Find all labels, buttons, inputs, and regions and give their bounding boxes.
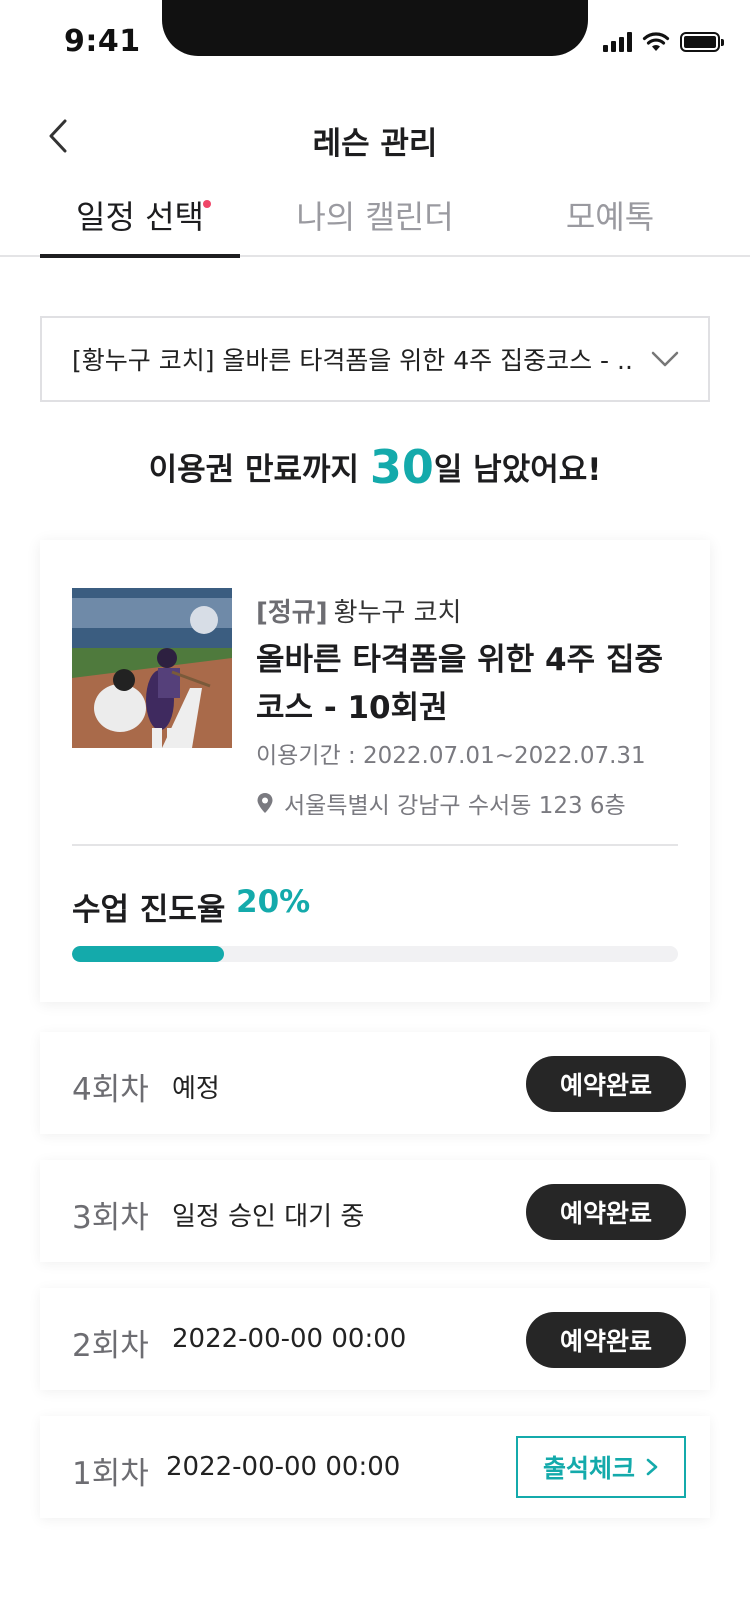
course-title: 올바른 타격폼을 위한 4주 집중코스 - 10회권 [256,642,663,726]
course-select-value: [황누구 코치] 올바른 타격폼을 위한 4주 집중코스 - .. [72,346,632,375]
session-row-4: 4회차 예정 예약완료 [40,1032,710,1134]
remaining-days-number: 30 [369,440,434,494]
status-icons [603,32,724,52]
course-thumbnail [72,588,232,748]
reservation-complete-button[interactable]: 예약완료 [526,1312,686,1368]
remaining-suffix: 일 남았어요! [433,452,602,488]
tab-schedule-select[interactable]: 일정 선택 [40,192,240,258]
session-status: 일정 승인 대기 중 [172,1202,365,1232]
usage-period: 이용기간 : 2022.07.01~2022.07.31 [256,743,646,769]
location-line: 서울특별시 강남구 수서동 123 6층 [256,786,626,820]
notification-dot [203,200,211,208]
chevron-right-icon [646,1458,658,1476]
top-app-bar: 레슨 관리 [0,100,750,176]
reservation-complete-button[interactable]: 예약완료 [526,1184,686,1240]
status-time: 9:41 [64,24,141,59]
course-type-tag: [정규] [256,598,328,628]
attendance-check-button[interactable]: 출석체크 [516,1436,686,1498]
divider [72,844,678,846]
status-bar: 9:41 [0,0,750,90]
remaining-prefix: 이용권 만료까지 [148,452,370,488]
attendance-check-label: 출석체크 [542,1454,635,1483]
session-number: 2회차 [72,1328,149,1364]
session-status: 예정 [172,1074,220,1104]
chevron-down-icon [651,351,679,367]
tab-label: 나의 캘린더 [296,198,454,236]
session-datetime: 2022-00-00 00:00 [166,1452,401,1482]
course-info-card: [정규] 황누구 코치 올바른 타격폼을 위한 4주 집중코스 - 10회권 이용… [40,540,710,1002]
wifi-icon [642,32,670,51]
session-number: 1회차 [72,1456,149,1492]
session-number: 3회차 [72,1200,149,1236]
battery-icon [680,32,724,52]
location-text: 서울특별시 강남구 수서동 123 6층 [284,793,626,819]
cellular-signal-icon [603,32,632,52]
page-title: 레슨 관리 [312,126,438,162]
device-notch [162,0,588,56]
tab-bar: 일정 선택 나의 캘린더 모예톡 [0,176,750,258]
map-pin-icon [257,793,273,813]
tab-label: 일정 선택 [76,198,204,236]
session-number: 4회차 [72,1072,149,1108]
progress-percent: 20% [236,884,311,920]
session-row-2: 2회차 2022-00-00 00:00 예약완료 [40,1288,710,1390]
reservation-complete-button[interactable]: 예약완료 [526,1056,686,1112]
progress-bar-fill [72,946,224,962]
session-row-3: 3회차 일정 승인 대기 중 예약완료 [40,1160,710,1262]
progress-bar-track [72,946,678,962]
coach-line: [정규] 황누구 코치 [256,592,461,629]
coach-name: 황누구 코치 [333,598,462,628]
course-select-dropdown[interactable]: [황누구 코치] 올바른 타격폼을 위한 4주 집중코스 - .. [40,316,710,402]
session-datetime: 2022-00-00 00:00 [172,1324,407,1354]
tab-my-calendar[interactable]: 나의 캘린더 [290,192,460,254]
remaining-days-message: 이용권 만료까지 30일 남았어요! [0,440,750,494]
tab-label: 모예톡 [565,198,655,236]
session-row-1: 1회차 2022-00-00 00:00 출석체크 [40,1416,710,1518]
tab-moyetalk[interactable]: 모예톡 [560,192,660,254]
progress-label: 수업 진도율 [72,892,226,928]
